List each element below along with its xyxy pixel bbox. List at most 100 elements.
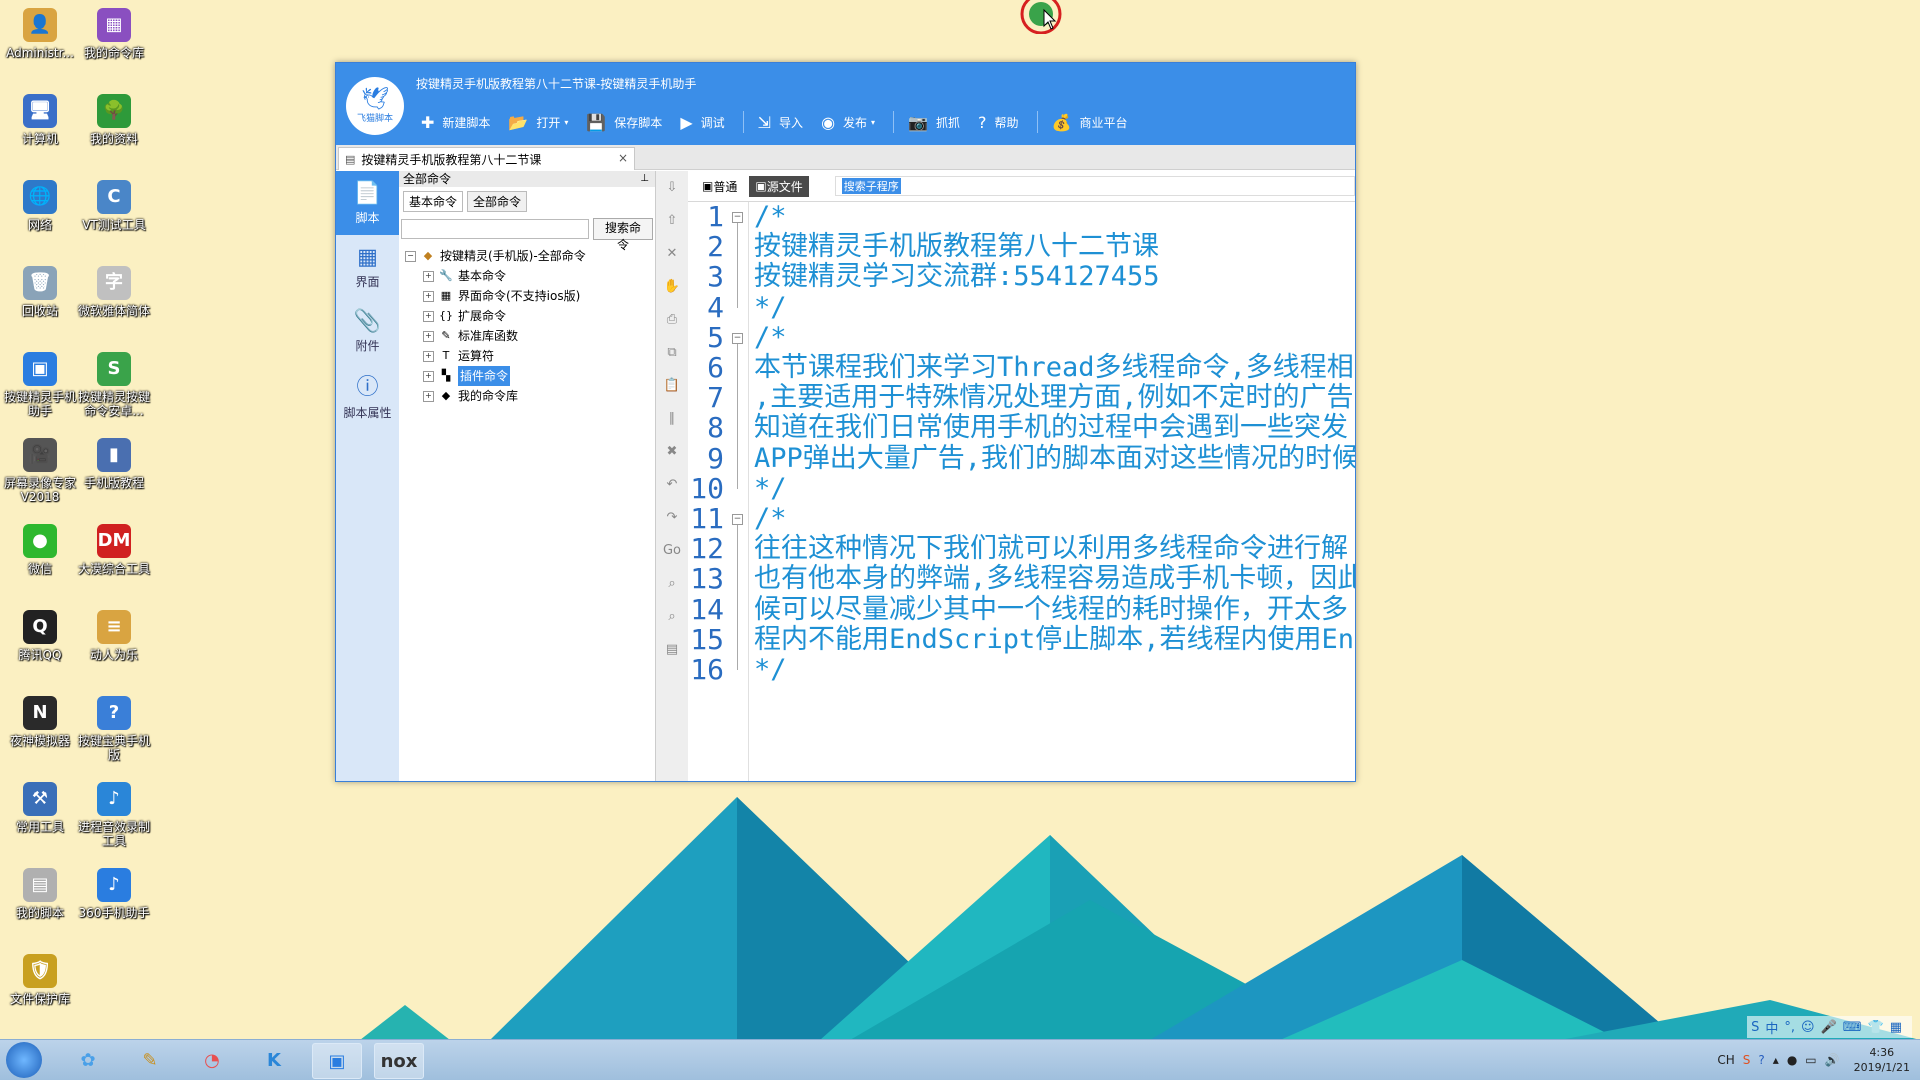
clock[interactable]: 4:36 2019/1/21	[1854, 1045, 1910, 1075]
nav-item-3[interactable]: ⓘ 脚本属性	[336, 363, 399, 427]
desktop-icon[interactable]: ? 按键宝典手机版	[74, 696, 154, 762]
edit-tool-icon[interactable]: ∥	[656, 402, 688, 435]
toolbar-button-import[interactable]: ⇲ 导入	[758, 113, 803, 132]
command-tab[interactable]: 基本命令	[403, 191, 464, 212]
desktop-icon[interactable]: ● 微信	[0, 524, 80, 576]
desktop-icon[interactable]: 🖥 计算机	[0, 94, 80, 146]
ime-button[interactable]: 👕	[1868, 1020, 1884, 1035]
desktop-icon[interactable]: ♪ 进程音效录制工具	[74, 782, 154, 848]
start-button[interactable]	[6, 1042, 42, 1078]
edit-tool-icon[interactable]: ⇧	[656, 204, 688, 237]
desktop-icon[interactable]: 🎥 屏幕录像专家V2018	[0, 438, 80, 504]
desktop-icon[interactable]: C VT测试工具	[74, 180, 154, 232]
desktop-icon[interactable]: 👤 Administr...	[0, 8, 80, 60]
document-tab[interactable]: ▤ 按键精灵手机版教程第八十二节课 ×	[338, 147, 635, 170]
desktop-icon[interactable]: N 夜神模拟器	[0, 696, 80, 748]
toolbar-button-camera[interactable]: 📷 抓抓	[908, 113, 960, 132]
taskbar-app[interactable]: ▣	[312, 1043, 362, 1079]
toolbar-button-folder[interactable]: 📂 打开 ▾	[508, 113, 568, 132]
ime-button[interactable]: S	[1751, 1020, 1759, 1035]
volume-icon[interactable]: 🔊	[1825, 1053, 1840, 1067]
editor-tab[interactable]: ▣ 源文件	[749, 175, 809, 197]
expand-icon[interactable]: +	[423, 290, 434, 302]
desktop-icon[interactable]: ▤ 我的脚本	[0, 868, 80, 920]
ime-button[interactable]: ☺	[1801, 1020, 1815, 1035]
edit-tool-icon[interactable]: ⌕	[656, 567, 688, 600]
expand-icon[interactable]: +	[423, 350, 434, 362]
close-tab-icon[interactable]: ×	[618, 151, 628, 165]
taskbar-app[interactable]: K	[250, 1043, 298, 1077]
taskbar-app[interactable]: ✎	[126, 1043, 174, 1077]
ime-button[interactable]: 🎤	[1821, 1020, 1837, 1035]
taskbar-app[interactable]: ✿	[64, 1043, 112, 1077]
edit-tool-icon[interactable]: 📋	[656, 369, 688, 402]
desktop-icon[interactable]: ▦ 我的命令库	[74, 8, 154, 60]
search-command-button[interactable]: 搜索命令	[593, 218, 653, 252]
ime-button[interactable]: °,	[1784, 1020, 1795, 1035]
subroutine-search-box[interactable]: 搜索子程序	[834, 176, 1355, 196]
nav-item-0[interactable]: 📄 脚本	[336, 171, 399, 235]
expand-icon[interactable]: +	[423, 330, 434, 342]
pin-icon[interactable]: ⊥	[640, 171, 649, 187]
edit-tool-icon[interactable]: ▤	[656, 633, 688, 666]
tray-arrow-icon[interactable]: ▴	[1773, 1053, 1779, 1067]
edit-tool-icon[interactable]: ↶	[656, 468, 688, 501]
network-icon[interactable]: ▭	[1805, 1053, 1816, 1067]
desktop-icon[interactable]: 🌳 我的资料	[74, 94, 154, 146]
sogou-icon[interactable]: S	[1743, 1053, 1751, 1067]
tree-item[interactable]: + {} 扩展命令	[405, 306, 649, 326]
command-search-input[interactable]	[401, 219, 590, 239]
ime-button[interactable]: 中	[1765, 1018, 1778, 1037]
expand-icon[interactable]: +	[423, 390, 434, 402]
desktop-icon[interactable]: 🌐 网络	[0, 180, 80, 232]
desktop-icon[interactable]: S 按键精灵按键命令安卓...	[74, 352, 154, 418]
desktop-icon[interactable]: ≡ 动人为乐	[74, 610, 154, 662]
edit-tool-icon[interactable]: ↷	[656, 501, 688, 534]
expand-icon[interactable]: +	[423, 370, 434, 382]
edit-tool-icon[interactable]: ✕	[656, 237, 688, 270]
desktop-icon[interactable]: DM 大漠综合工具	[74, 524, 154, 576]
toolbar-button-bag[interactable]: 💰 商业平台	[1052, 113, 1128, 132]
toolbar-button-save[interactable]: 💾 保存脚本	[586, 113, 662, 132]
expand-icon[interactable]: +	[423, 270, 434, 282]
taskbar-app[interactable]: nox	[374, 1043, 424, 1079]
toolbar-button-plus[interactable]: ✚ 新建脚本	[421, 113, 490, 132]
edit-tool-icon[interactable]: ✋	[656, 270, 688, 303]
language-indicator[interactable]: CH	[1717, 1053, 1734, 1067]
tree-root[interactable]: − ◆ 按键精灵(手机版)-全部命令	[405, 246, 649, 266]
edit-tool-icon[interactable]: Go	[656, 534, 688, 567]
tree-item[interactable]: + ✎ 标准库函数	[405, 326, 649, 346]
nav-item-1[interactable]: ▦ 界面	[336, 235, 399, 299]
expand-icon[interactable]: +	[423, 310, 434, 322]
edit-tool-icon[interactable]: ⎙	[656, 303, 688, 336]
collapse-icon[interactable]: −	[405, 250, 416, 262]
ime-button[interactable]: ▦	[1890, 1020, 1902, 1035]
toolbar-button-publish[interactable]: ◉ 发布 ▾	[821, 113, 875, 132]
desktop-icon[interactable]: 字微软雅体简体	[74, 266, 154, 318]
desktop-icon[interactable]: ⚒ 常用工具	[0, 782, 80, 834]
fold-collapse-icon[interactable]: −	[732, 332, 743, 344]
command-tab[interactable]: 全部命令	[467, 191, 528, 212]
desktop-icon[interactable]: ♪ 360手机助手	[74, 868, 154, 920]
tree-item[interactable]: + ◆ 我的命令库	[405, 386, 649, 406]
desktop-icon[interactable]: Q 腾讯QQ	[0, 610, 80, 662]
toolbar-button-play[interactable]: ▶ 调试	[680, 113, 724, 132]
qq-tray-icon[interactable]: ●	[1787, 1053, 1797, 1067]
desktop-icon[interactable]: ▣ 按键精灵手机助手	[0, 352, 80, 418]
edit-tool-icon[interactable]: ⧉	[656, 336, 688, 369]
desktop-icon[interactable]: 🛡 文件保护库	[0, 954, 80, 1006]
tree-item[interactable]: + 🔧 基本命令	[405, 266, 649, 286]
nav-item-2[interactable]: 📎 附件	[336, 299, 399, 363]
desktop-icon[interactable]: ▮ 手机版教程	[74, 438, 154, 490]
fold-collapse-icon[interactable]: −	[732, 514, 743, 525]
editor-tab[interactable]: ▣ 普通	[696, 176, 743, 197]
ime-button[interactable]: ⌨	[1843, 1020, 1862, 1035]
toolbar-button-help[interactable]: ? 帮助	[978, 113, 1019, 132]
taskbar-app[interactable]: ◔	[188, 1043, 236, 1077]
edit-tool-icon[interactable]: ✖	[656, 435, 688, 468]
code-area[interactable]: 1 2 3 4 5 6 7 8 9 10 11 12 13 14 15 16− − − /* 按键精灵手机版教程第八…	[688, 202, 1355, 781]
desktop-icon[interactable]: 🗑 回收站	[0, 266, 80, 318]
tree-item[interactable]: + T 运算符	[405, 346, 649, 366]
tree-item[interactable]: + ▦ 界面命令(不支持ios版)	[405, 286, 649, 306]
edit-tool-icon[interactable]: ⌕	[656, 600, 688, 633]
